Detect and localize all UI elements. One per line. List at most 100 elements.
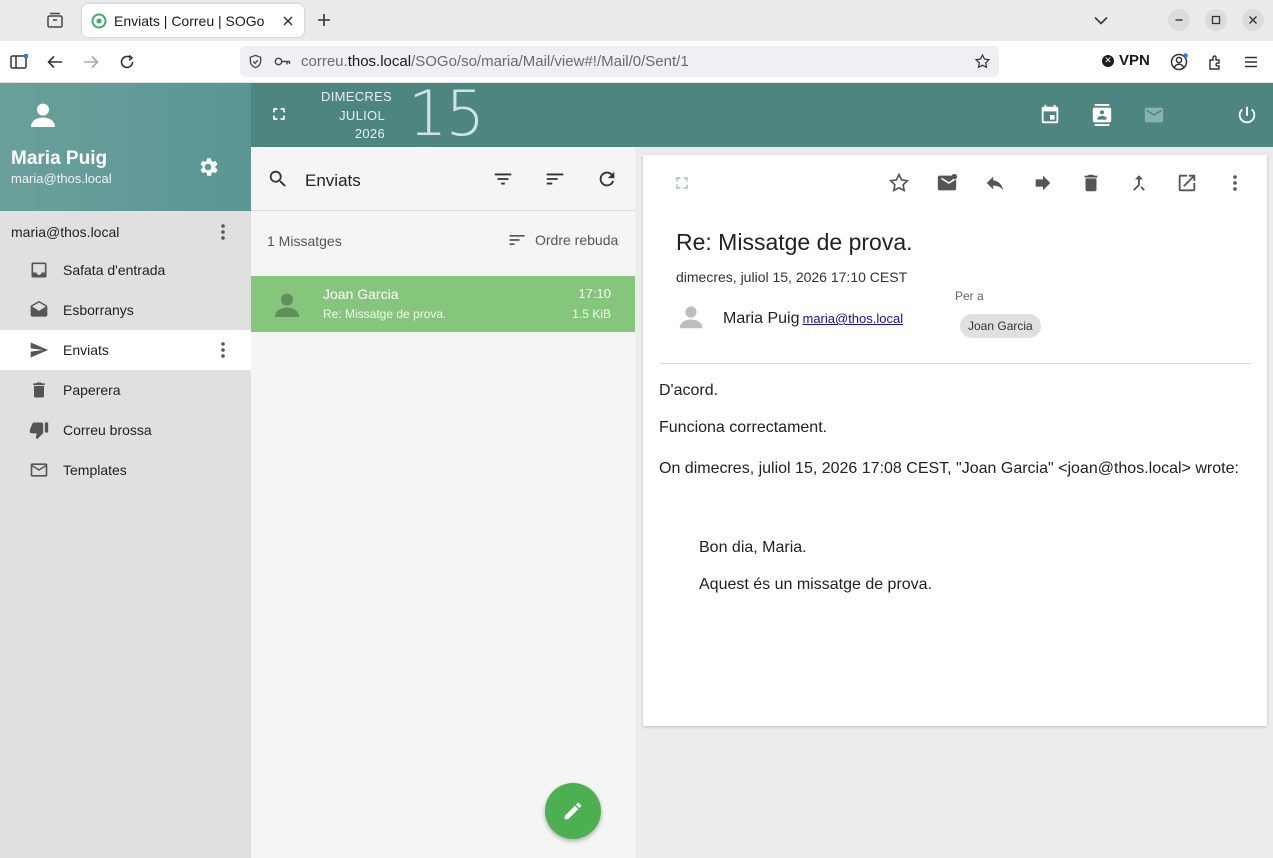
- message-count: 1 Missatges: [267, 233, 342, 249]
- star-icon[interactable]: [887, 171, 911, 195]
- open-in-new-icon[interactable]: [1175, 171, 1199, 195]
- vpn-button[interactable]: ✕ VPN: [1102, 52, 1150, 69]
- sender-email-link[interactable]: maria@thos.local: [802, 311, 903, 326]
- folder-item-junk[interactable]: Correu brossa: [0, 410, 251, 450]
- quoted-line: Aquest és un missatge de prova.: [699, 576, 933, 593]
- list-folder-title: Enviats: [305, 171, 361, 190]
- folder-label: Esborranys: [63, 302, 134, 318]
- maximize-icon[interactable]: [1205, 9, 1227, 31]
- list-toolbar: Enviats: [251, 147, 635, 211]
- gear-icon[interactable]: [196, 155, 220, 179]
- url-text: correu.thos.local/SOGo/so/maria/Mail/vie…: [301, 53, 689, 70]
- move-icon[interactable]: [1127, 171, 1151, 195]
- new-tab-icon[interactable]: [312, 8, 336, 32]
- body-line: D'acord.: [659, 382, 719, 399]
- account-more-icon[interactable]: [214, 221, 232, 243]
- message-size: 1.5 KiB: [572, 307, 611, 321]
- avatar: [679, 306, 703, 329]
- folder-item-templates[interactable]: Templates: [0, 450, 251, 490]
- message-sender: Joan Garcia: [323, 286, 399, 302]
- contacts-icon[interactable]: [1090, 103, 1114, 127]
- extensions-icon[interactable]: [1203, 50, 1227, 74]
- mark-unread-icon[interactable]: [935, 171, 959, 195]
- message-sender: Maria Puig maria@thos.local: [723, 310, 904, 327]
- recipient-label: Per a: [955, 289, 984, 303]
- folder-item-sent[interactable]: Enviats: [0, 330, 251, 370]
- browser-tab-title: Enviats | Correu | SOGo: [114, 12, 265, 29]
- fullscreen-icon[interactable]: [672, 173, 692, 193]
- body-line: On dimecres, juliol 15, 2026 17:08 CEST,…: [659, 460, 1239, 477]
- inbox-icon: [28, 259, 50, 281]
- list-item[interactable]: Joan Garcia Re: Missatge de prova. 17:10…: [251, 276, 635, 332]
- folder-item-drafts[interactable]: Esborranys: [0, 290, 251, 330]
- fullscreen-icon[interactable]: [269, 104, 289, 124]
- date-weekday: DIMECRES: [321, 89, 393, 104]
- search-icon[interactable]: [267, 168, 289, 190]
- window-close-icon[interactable]: [1242, 9, 1264, 31]
- message-time: 17:10: [578, 286, 611, 301]
- browser-navbar: correu.thos.local/SOGo/so/maria/Mail/vie…: [0, 41, 1273, 83]
- recipient-chip[interactable]: Joan Garcia: [960, 314, 1041, 338]
- tab-close-icon[interactable]: [278, 11, 298, 31]
- quoted-line: Bon dia, Maria.: [699, 539, 807, 556]
- folder-more-icon[interactable]: [214, 339, 232, 361]
- date-day: 15: [408, 77, 485, 150]
- calendar-icon[interactable]: [1038, 103, 1062, 127]
- app-toolbar: DIMECRES JULIOL 2026 15: [251, 77, 1273, 150]
- vpn-off-icon: ✕: [1102, 54, 1114, 67]
- mail-outline-icon: [28, 459, 50, 481]
- sogo-favicon-icon: [91, 13, 107, 28]
- tab-list-icon[interactable]: [42, 7, 68, 33]
- user-email: maria@thos.local: [11, 171, 112, 186]
- date-words: DIMECRES JULIOL 2026: [321, 88, 393, 144]
- message-card: Re: Missatge de prova. dimecres, juliol …: [643, 155, 1267, 726]
- shield-icon: [249, 54, 262, 69]
- filter-icon[interactable]: [491, 167, 515, 191]
- more-vert-icon[interactable]: [1223, 171, 1247, 195]
- pencil-icon: [564, 802, 582, 820]
- sidebar: Maria Puig maria@thos.local maria@thos.l…: [0, 83, 251, 858]
- back-icon[interactable]: [43, 50, 67, 74]
- url-bar[interactable]: correu.thos.local/SOGo/so/maria/Mail/vie…: [240, 46, 999, 77]
- folder-label: Paperera: [63, 382, 121, 398]
- sidebar-header: Maria Puig maria@thos.local: [0, 83, 251, 211]
- drafts-icon: [28, 299, 50, 321]
- trash-icon: [28, 379, 50, 401]
- chevron-down-icon[interactable]: [1090, 9, 1112, 31]
- minimize-icon[interactable]: [1168, 9, 1190, 31]
- send-icon: [28, 339, 50, 361]
- star-bookmark-icon[interactable]: [974, 53, 991, 70]
- trash-icon[interactable]: [1079, 171, 1103, 195]
- thumb-down-icon: [28, 419, 50, 441]
- forward-icon[interactable]: [79, 50, 103, 74]
- header-divider: [659, 363, 1251, 364]
- reload-icon[interactable]: [115, 50, 139, 74]
- mail-icon[interactable]: [1142, 103, 1166, 127]
- sort-icon[interactable]: [543, 167, 567, 191]
- sort-order-button[interactable]: Ordre rebuda: [507, 230, 618, 250]
- folder-label: Enviats: [63, 342, 109, 358]
- folder-label: Safata d'entrada: [63, 262, 166, 278]
- body-line: Funciona correctament.: [659, 419, 828, 436]
- folder-list: Safata d'entrada Esborranys Enviats Pape…: [0, 250, 251, 490]
- power-icon[interactable]: [1235, 103, 1259, 127]
- message-subject-title: Re: Missatge de prova.: [676, 229, 913, 255]
- sort-icon: [509, 235, 525, 245]
- refresh-icon[interactable]: [595, 167, 619, 191]
- user-name: Maria Puig: [11, 148, 108, 169]
- folder-label: Correu brossa: [63, 422, 152, 438]
- account-icon[interactable]: [1167, 50, 1191, 74]
- menu-hamburger-icon[interactable]: [1239, 50, 1263, 74]
- avatar: [275, 293, 299, 317]
- date-month: JULIOL: [339, 107, 385, 123]
- browser-tabbar: Enviats | Correu | SOGo: [0, 0, 1273, 41]
- folder-label: Templates: [63, 462, 127, 478]
- folder-item-inbox[interactable]: Safata d'entrada: [0, 250, 251, 290]
- forward-icon[interactable]: [1031, 171, 1055, 195]
- folder-item-trash[interactable]: Paperera: [0, 370, 251, 410]
- sidebar-toggle-icon[interactable]: [7, 50, 31, 74]
- browser-tab-active[interactable]: Enviats | Correu | SOGo: [82, 4, 304, 37]
- compose-button[interactable]: [545, 783, 601, 839]
- key-icon: [274, 57, 291, 66]
- reply-icon[interactable]: [983, 171, 1007, 195]
